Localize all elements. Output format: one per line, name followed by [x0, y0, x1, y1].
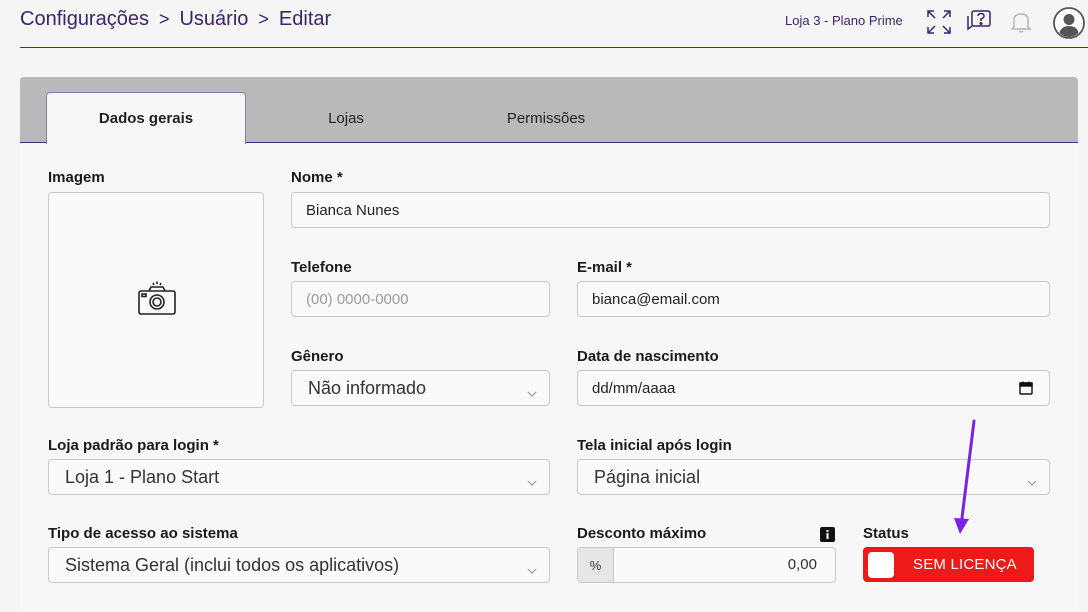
email-input[interactable]: bianca@email.com — [577, 281, 1050, 317]
topbar-divider — [20, 47, 1088, 48]
chevron-down-icon — [527, 472, 537, 486]
chevron-down-icon — [1027, 472, 1037, 486]
name-input[interactable]: Bianca Nunes — [291, 192, 1050, 228]
chevron-down-icon — [527, 383, 537, 397]
access-type-select[interactable]: Sistema Geral (inclui todos os aplicativ… — [48, 547, 550, 583]
user-avatar-icon[interactable] — [1053, 7, 1085, 39]
image-label: Imagem — [48, 169, 105, 186]
home-screen-value: Página inicial — [594, 466, 701, 487]
breadcrumb-editar: Editar — [278, 8, 332, 30]
home-screen-label: Tela inicial após login — [577, 437, 732, 454]
birthdate-label: Data de nascimento — [577, 348, 719, 365]
access-type-label: Tipo de acesso ao sistema — [48, 525, 238, 542]
status-label: Status — [863, 525, 909, 542]
breadcrumb-separator: > — [158, 9, 170, 29]
gender-label: Gênero — [291, 348, 344, 365]
birthdate-input[interactable]: dd/mm/aaaa — [577, 370, 1050, 406]
help-chat-icon[interactable] — [966, 9, 992, 35]
max-discount-input[interactable]: % 0,00 — [577, 547, 836, 583]
phone-label: Telefone — [291, 259, 352, 276]
tab-permissoes[interactable]: Permissões — [446, 92, 646, 144]
breadcrumb-configuracoes[interactable]: Configurações — [20, 8, 149, 31]
default-store-label: Loja padrão para login * — [48, 437, 219, 454]
max-discount-value: 0,00 — [787, 556, 817, 573]
phone-input[interactable]: (00) 0000-0000 — [291, 281, 550, 317]
user-edit-card: Dados gerais Lojas Permissões Imagem Nom… — [20, 77, 1078, 612]
tab-bar: Dados gerais Lojas Permissões — [20, 77, 1078, 144]
gender-select[interactable]: Não informado — [291, 370, 550, 406]
store-plan-label[interactable]: Loja 3 - Plano Prime — [785, 13, 903, 28]
breadcrumb-usuario[interactable]: Usuário — [179, 8, 248, 31]
breadcrumb: Configurações > Usuário > Editar — [20, 8, 331, 31]
breadcrumb-separator: > — [258, 9, 269, 29]
info-icon[interactable] — [820, 527, 835, 547]
tab-lojas[interactable]: Lojas — [246, 92, 446, 144]
calendar-icon[interactable] — [1019, 381, 1033, 399]
image-upload[interactable] — [48, 192, 264, 408]
percent-addon: % — [578, 548, 614, 582]
notification-bell-icon[interactable] — [1008, 9, 1034, 35]
fullscreen-icon[interactable] — [926, 9, 952, 35]
default-store-value: Loja 1 - Plano Start — [65, 466, 220, 487]
camera-icon — [137, 281, 177, 322]
gender-value: Não informado — [308, 377, 427, 398]
default-store-select[interactable]: Loja 1 - Plano Start — [48, 459, 550, 495]
birthdate-placeholder: dd/mm/aaaa — [592, 379, 676, 397]
status-text: SEM LICENÇA — [913, 556, 1017, 573]
access-type-value: Sistema Geral (inclui todos os aplicativ… — [65, 554, 400, 575]
email-label: E-mail * — [577, 259, 633, 276]
chevron-down-icon — [527, 560, 537, 574]
top-bar: Configurações > Usuário > Editar Loja 3 … — [0, 0, 1088, 48]
status-toggle[interactable]: SEM LICENÇA — [863, 547, 1034, 582]
toggle-knob — [868, 552, 894, 578]
name-label: Nome * — [291, 169, 343, 186]
annotation-arrow-icon — [950, 418, 980, 543]
max-discount-label: Desconto máximo — [577, 525, 707, 542]
tab-dados-gerais[interactable]: Dados gerais — [46, 92, 246, 144]
